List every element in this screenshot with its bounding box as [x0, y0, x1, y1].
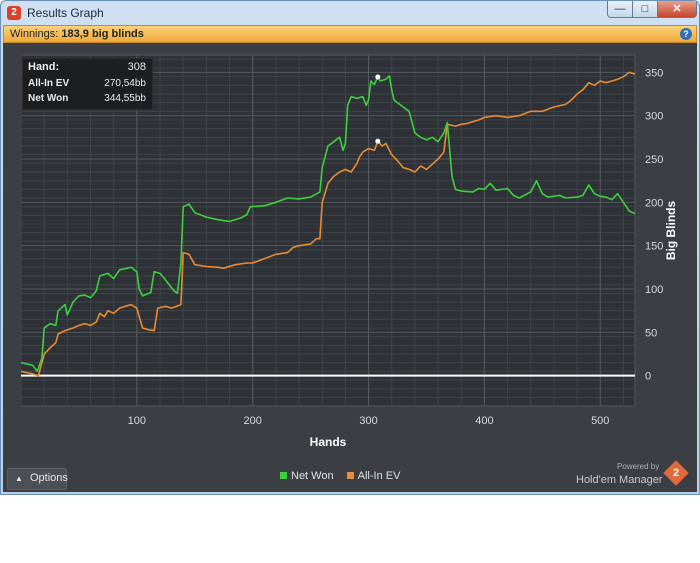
tooltip-netwon-row: Net Won 344,55bb — [28, 93, 146, 107]
legend-swatch-allin-ev — [346, 472, 354, 479]
y-tick-label: 100 — [645, 284, 663, 296]
y-tick-label: 50 — [645, 327, 657, 339]
options-label: Options — [30, 472, 68, 484]
legend-label-allin-ev: All-In EV — [357, 470, 401, 482]
winnings-value: 183,9 big blinds — [61, 28, 144, 40]
results-graph-window: 2 Results Graph — □ ✕ Winnings: 183,9 bi… — [0, 0, 700, 495]
tooltip-hand-row: Hand: 308 — [28, 61, 146, 75]
brand-logo-icon: 2 — [663, 460, 689, 486]
tooltip-netwon-value: 344,55bb — [104, 93, 146, 104]
y-axis-title: Big Blinds — [664, 201, 678, 261]
maximize-button[interactable]: □ — [632, 1, 658, 18]
x-tick-label: 100 — [128, 415, 146, 427]
winnings-bar: Winnings: 183,9 big blinds ? — [3, 25, 697, 43]
close-button[interactable]: ✕ — [657, 1, 697, 18]
caret-up-icon: ▲ — [15, 474, 23, 483]
tooltip-allin-row: All-In EV 270,54bb — [28, 78, 146, 92]
y-tick-label: 200 — [645, 197, 663, 209]
x-axis-title: Hands — [310, 435, 347, 449]
minimize-button[interactable]: — — [607, 1, 633, 18]
winnings-label: Winnings: — [10, 28, 59, 40]
tooltip-allin-label: All-In EV — [28, 78, 70, 89]
winnings-summary: Winnings: 183,9 big blinds — [10, 28, 144, 40]
app-logo-icon: 2 — [7, 6, 21, 20]
x-tick-label: 500 — [591, 415, 609, 427]
tooltip-hand-value: 308 — [127, 61, 146, 73]
powered-by-text: Powered by — [617, 462, 660, 471]
tooltip-allin-value: 270,54bb — [104, 78, 146, 89]
x-tick-label: 200 — [244, 415, 262, 427]
chart-legend: Net Won All-In EV — [280, 470, 410, 482]
highlight-point-net-won — [375, 74, 381, 80]
y-tick-label: 350 — [645, 67, 663, 79]
legend-item-net-won[interactable]: Net Won — [280, 470, 334, 482]
title-bar[interactable]: 2 Results Graph — □ ✕ — [1, 1, 699, 25]
x-tick-label: 300 — [359, 415, 377, 427]
legend-item-allin-ev[interactable]: All-In EV — [346, 470, 401, 482]
brand-logo-text: 2 — [672, 467, 680, 479]
highlight-point-allin-ev — [375, 138, 381, 144]
y-tick-label: 150 — [645, 241, 663, 253]
y-tick-label: 300 — [645, 111, 663, 123]
help-icon[interactable]: ? — [680, 28, 692, 40]
results-chart[interactable]: 100 200 300 400 500 0 50 100 150 200 250 300 350 Hand… — [3, 43, 697, 492]
window-title: Results Graph — [27, 6, 104, 20]
tooltip-hand-label: Hand: — [28, 61, 60, 73]
hover-tooltip: Hand: 308 All-In EV 270,54bb Net Won 344… — [22, 58, 153, 110]
legend-swatch-net-won — [280, 472, 287, 479]
options-button[interactable]: ▲ Options — [7, 468, 68, 490]
y-tick-label: 0 — [645, 371, 651, 383]
x-tick-label: 400 — [475, 415, 493, 427]
y-tick-label: 250 — [645, 154, 663, 166]
brand-name: Hold'em Manager — [576, 474, 663, 486]
tooltip-netwon-label: Net Won — [28, 93, 69, 104]
chart-svg[interactable]: 100 200 300 400 500 0 50 100 150 200 250 300 350 Hand… — [3, 43, 697, 492]
legend-label-net-won: Net Won — [291, 470, 334, 482]
